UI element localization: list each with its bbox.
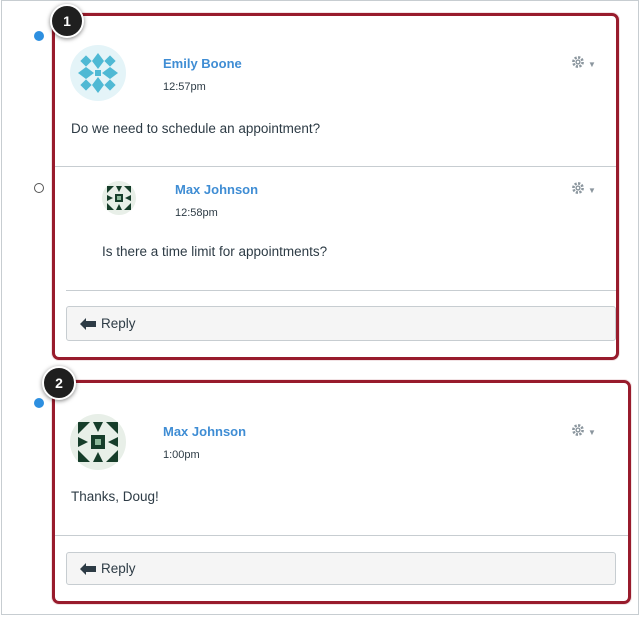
- avatar[interactable]: [70, 45, 126, 101]
- settings-menu-button[interactable]: ▼: [571, 181, 596, 200]
- settings-gear-icon: [571, 181, 585, 200]
- avatar[interactable]: [102, 181, 136, 215]
- reply-arrow-icon: [80, 317, 96, 330]
- divider: [55, 166, 616, 167]
- reply-button[interactable]: Reply: [66, 552, 616, 585]
- reply-button-label: Reply: [101, 561, 136, 576]
- settings-gear-icon: [571, 423, 585, 442]
- callout-number-1: 1: [50, 4, 84, 38]
- caret-down-icon: ▼: [588, 428, 596, 437]
- post-message: Is there a time limit for appointments?: [102, 244, 328, 259]
- post-message: Do we need to schedule an appointment?: [71, 121, 321, 136]
- unread-dot-icon[interactable]: [34, 31, 44, 41]
- post-timestamp: 12:57pm: [163, 81, 206, 93]
- caret-down-icon: ▼: [588, 60, 596, 69]
- reply-arrow-icon: [80, 562, 96, 575]
- post-timestamp: 12:58pm: [175, 207, 218, 219]
- caret-down-icon: ▼: [588, 186, 596, 195]
- divider: [55, 535, 628, 536]
- read-dot-icon[interactable]: [34, 183, 44, 193]
- callout-number-2: 2: [42, 366, 76, 400]
- settings-menu-button[interactable]: ▼: [571, 55, 596, 74]
- post-message: Thanks, Doug!: [71, 489, 159, 504]
- reply-button[interactable]: Reply: [66, 306, 616, 341]
- settings-gear-icon: [571, 55, 585, 74]
- author-name-link[interactable]: Max Johnson: [175, 182, 258, 197]
- author-name-link[interactable]: Emily Boone: [163, 56, 242, 71]
- avatar[interactable]: [70, 414, 126, 470]
- unread-dot-icon[interactable]: [34, 398, 44, 408]
- reply-button-label: Reply: [101, 316, 136, 331]
- post-timestamp: 1:00pm: [163, 449, 200, 461]
- divider: [66, 290, 616, 291]
- author-name-link[interactable]: Max Johnson: [163, 424, 246, 439]
- settings-menu-button[interactable]: ▼: [571, 423, 596, 442]
